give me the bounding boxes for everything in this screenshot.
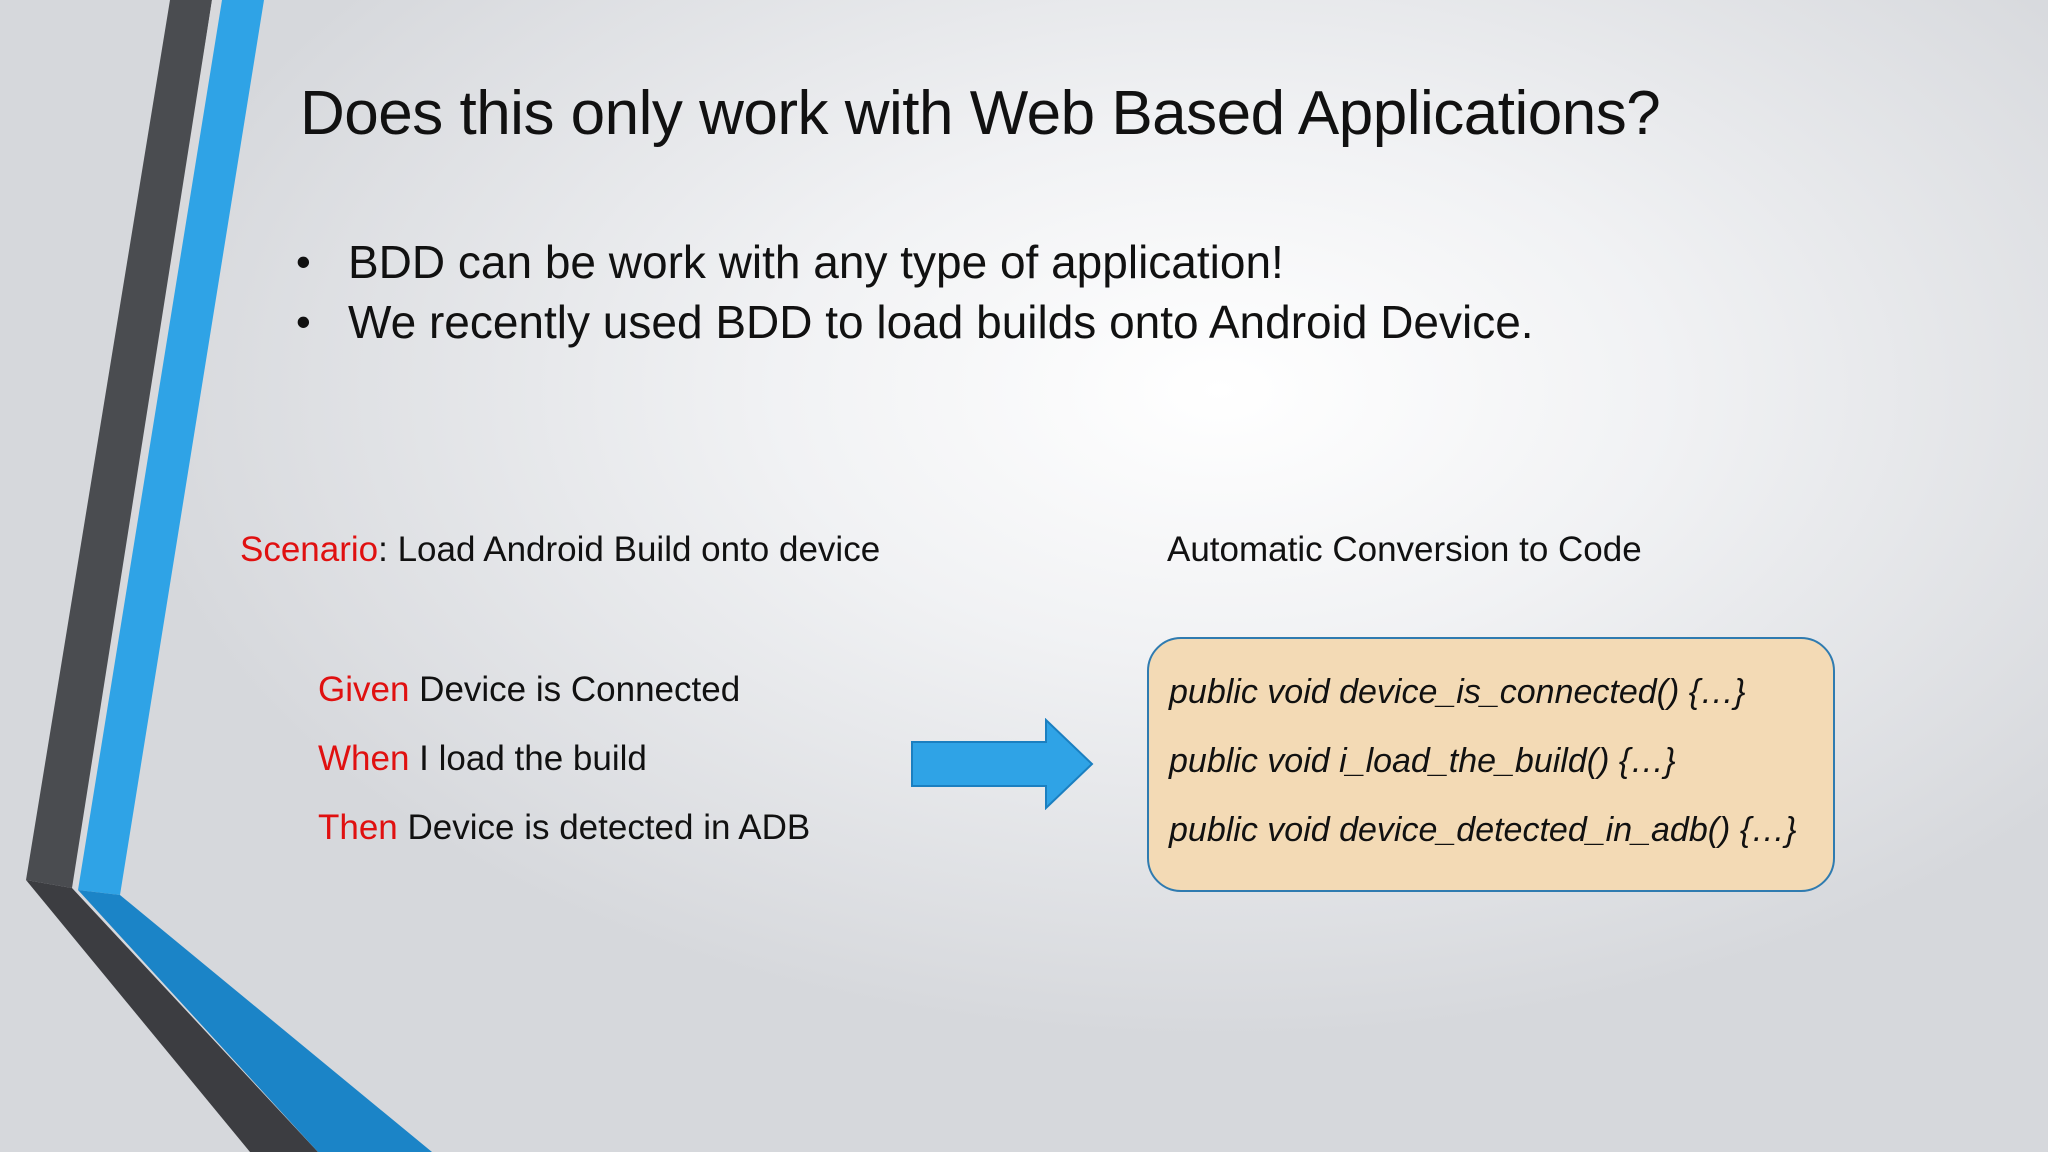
code-line: public void device_is_connected() {…} <box>1169 673 1746 711</box>
step-given: Given Device is Connected <box>318 664 810 733</box>
code-box: public void device_is_connected() {…} pu… <box>1147 637 1835 892</box>
right-arrow-icon <box>911 718 1094 810</box>
decorative-side-bars <box>26 0 432 1152</box>
step-text: I load the build <box>409 739 647 778</box>
scenario-title: : Load Android Build onto device <box>378 530 881 569</box>
scenario-steps: Given Device is Connected When I load th… <box>318 664 810 871</box>
step-keyword: Then <box>318 808 398 847</box>
scenario-heading: Scenario: Load Android Build onto device <box>240 530 880 570</box>
step-text: Device is Connected <box>409 670 741 709</box>
conversion-label: Automatic Conversion to Code <box>1167 530 1642 569</box>
dark-bar-lower <box>26 880 318 1152</box>
slide-title: Does this only work with Web Based Appli… <box>300 79 1661 148</box>
scenario-keyword: Scenario <box>240 530 379 569</box>
step-keyword: When <box>318 739 410 778</box>
bullet-item: BDD can be work with any type of applica… <box>296 232 1534 292</box>
step-keyword: Given <box>318 670 410 709</box>
bullet-item: We recently used BDD to load builds onto… <box>296 292 1534 352</box>
step-text: Device is detected in ADB <box>397 808 811 847</box>
step-then: Then Device is detected in ADB <box>318 802 810 871</box>
code-line: public void device_detected_in_adb() {…} <box>1169 811 1797 849</box>
code-line: public void i_load_the_build() {…} <box>1169 742 1676 780</box>
step-when: When I load the build <box>318 733 810 802</box>
bullet-list: BDD can be work with any type of applica… <box>296 232 1534 352</box>
